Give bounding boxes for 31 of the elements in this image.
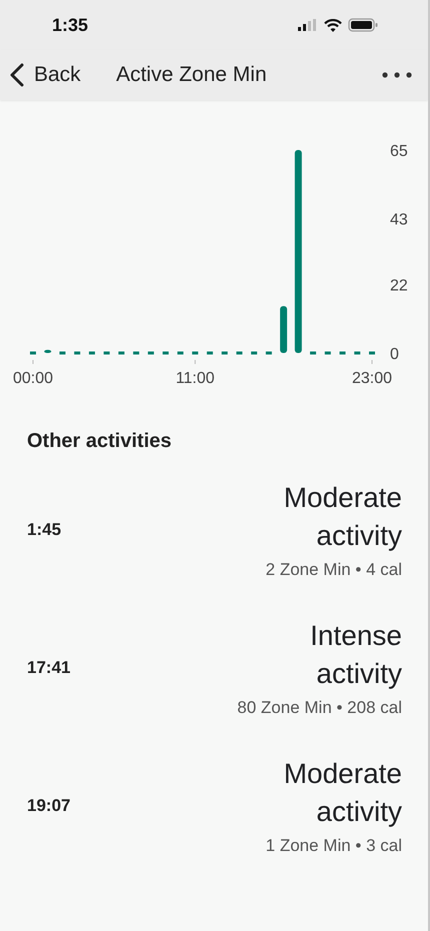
activity-row[interactable]: 1:45 Moderate activity 2 Zone Min • 4 cal xyxy=(0,466,428,594)
x-axis-label: 11:00 xyxy=(176,370,215,387)
tick-mark xyxy=(194,360,196,364)
activity-time: 1:45 xyxy=(27,520,62,540)
activity-time: 19:07 xyxy=(27,796,70,816)
chart-bar xyxy=(44,350,52,353)
back-button[interactable]: Back xyxy=(10,63,81,87)
y-axis-label: 22 xyxy=(390,277,408,294)
signal-icon xyxy=(298,19,318,31)
chart-bar xyxy=(280,306,288,353)
more-options-icon[interactable] xyxy=(382,72,412,78)
activity-detail: 1 Zone Min • 3 cal xyxy=(266,835,402,857)
section-title: Other activities xyxy=(26,429,173,454)
battery-icon xyxy=(348,18,378,32)
activity-name: Intense activity xyxy=(309,619,402,691)
activity-row[interactable]: 17:41 Intense activity 80 Zone Min • 208 cal xyxy=(0,604,428,732)
tick-mark xyxy=(32,360,34,364)
chevron-left-icon xyxy=(10,63,24,87)
activity-detail: 80 Zone Min • 208 cal xyxy=(237,697,402,719)
activity-name: Moderate activity xyxy=(282,757,402,829)
activity-detail: 2 Zone Min • 4 cal xyxy=(266,559,402,581)
status-time: 1:35 xyxy=(52,14,88,36)
activity-row[interactable]: 19:07 Moderate activity 1 Zone Min • 3 cal xyxy=(0,742,428,870)
y-axis-label: 43 xyxy=(390,212,408,229)
wifi-icon xyxy=(324,18,342,32)
activity-time: 17:41 xyxy=(27,658,70,678)
y-axis-label: 65 xyxy=(390,143,408,160)
y-axis-label: 0 xyxy=(390,346,399,363)
x-axis-label: 00:00 xyxy=(12,370,54,387)
x-axis-label: 23:00 xyxy=(352,370,392,387)
activity-name: Moderate activity xyxy=(282,481,402,553)
